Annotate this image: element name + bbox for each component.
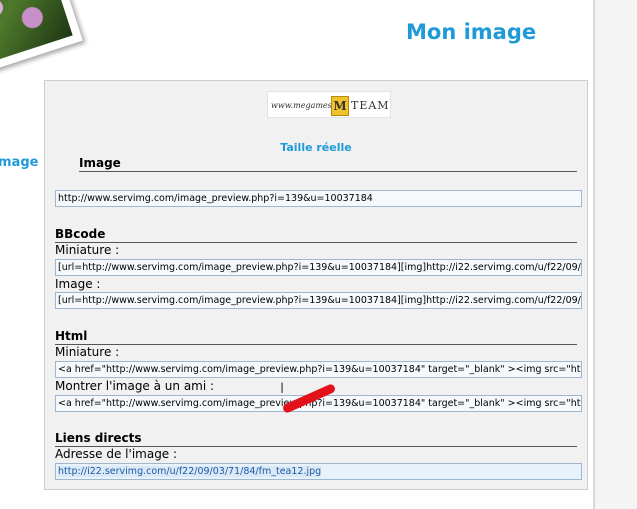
actual-size-link[interactable]: Taille réelle <box>45 141 587 154</box>
direct-address-field[interactable]: http://i22.servimg.com/u/f22/09/03/71/84… <box>55 463 582 480</box>
section-title-html: Html <box>55 329 577 345</box>
flower-photo <box>0 0 73 65</box>
team-logo: www.megamess.fr M TEAM <box>267 91 391 118</box>
logo-badge-icon: M <box>331 96 349 116</box>
logo-team-text: TEAM <box>351 99 390 112</box>
image-links-panel: www.megamess.fr M TEAM Taille réelle Ima… <box>44 80 588 490</box>
html-share-label: Montrer l'image à un ami : <box>55 379 215 393</box>
html-thumb-field[interactable]: <a href="http://www.servimg.com/image_pr… <box>55 361 582 378</box>
right-strip <box>595 0 637 509</box>
html-thumb-label: Miniature : <box>55 345 120 359</box>
section-title-image: Image <box>79 156 577 172</box>
direct-address-label: Adresse de l'image : <box>55 447 178 461</box>
bbcode-image-field[interactable]: [url=http://www.servimg.com/image_previe… <box>55 292 582 309</box>
page-title: Mon image <box>406 20 537 44</box>
section-title-bbcode: BBcode <box>55 227 577 243</box>
bbcode-thumb-field[interactable]: [url=http://www.servimg.com/image_previe… <box>55 259 582 276</box>
bbcode-thumb-label: Miniature : <box>55 243 120 257</box>
thumbnail-image <box>0 0 83 75</box>
bbcode-image-label: Image : <box>55 277 101 291</box>
image-url-field[interactable]: http://www.servimg.com/image_preview.php… <box>55 190 582 207</box>
section-title-direct-links: Liens directs <box>55 431 577 447</box>
direct-address-text: http://i22.servimg.com/u/f22/09/03/71/84… <box>58 466 322 477</box>
sidebar-link[interactable]: mage <box>0 155 38 170</box>
text-cursor-icon: I <box>280 381 285 397</box>
